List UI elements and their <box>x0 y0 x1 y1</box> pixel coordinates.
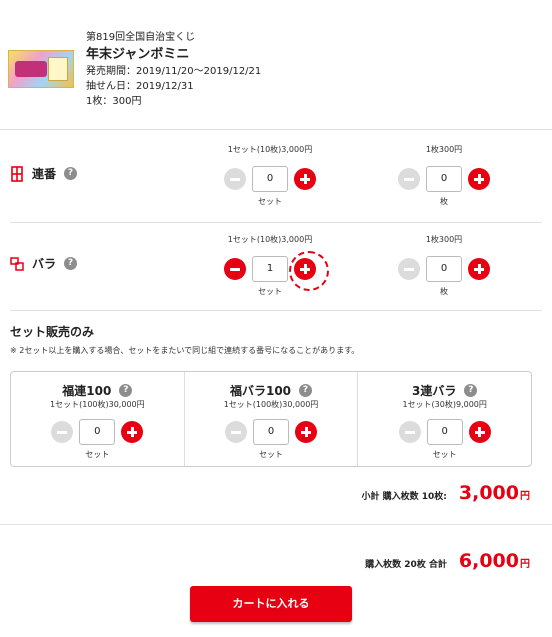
total-value: 6,000 <box>458 550 519 572</box>
single-price-caption: 1枚300円 <box>425 145 463 154</box>
decrement-button[interactable] <box>224 168 246 190</box>
set-item-caption: 1セット(100枚)30,000円 <box>223 400 319 409</box>
unit-label: セット <box>432 450 457 459</box>
help-icon[interactable]: ? <box>64 257 78 270</box>
row-label: 連番 <box>32 167 57 181</box>
decrement-button[interactable] <box>224 258 246 280</box>
decrement-button[interactable] <box>398 168 420 190</box>
quantity-field[interactable]: 0 <box>252 166 288 192</box>
bara-single-group: 1枚300円 0 枚 <box>384 233 504 297</box>
help-icon[interactable]: ? <box>299 383 313 397</box>
unit-label: セット <box>85 450 110 459</box>
unit-label: セット <box>258 197 282 206</box>
divider <box>0 524 552 525</box>
lottery-ticket-image <box>8 50 74 88</box>
increment-button[interactable] <box>468 168 490 190</box>
help-icon[interactable]: ? <box>464 383 478 397</box>
help-icon[interactable]: ? <box>119 383 133 397</box>
renban-set-group: 1セット(10枚)3,000円 0 セット <box>210 143 330 207</box>
set-only-title: セット販売のみ <box>10 325 95 339</box>
quantity-field[interactable]: 0 <box>426 166 462 192</box>
increment-button[interactable] <box>294 168 316 190</box>
unit-label: 枚 <box>440 197 448 206</box>
unit-price: 1枚：300円 <box>86 96 142 107</box>
lottery-name: 年末ジャンボミニ <box>86 47 190 62</box>
set-item-fukuren100: 福連100 ? 1セット(100枚)30,000円 0 セット <box>11 372 185 466</box>
row-renban: 連番 ? 1セット(10枚)3,000円 0 セット 1枚300円 0 枚 <box>0 143 552 218</box>
increment-button[interactable] <box>468 421 491 443</box>
subtotal: 小計 購入枚数 10枚: 3,000円 <box>362 482 531 504</box>
renban-icon <box>11 165 23 182</box>
set-item-name: 3連バラ <box>412 383 457 398</box>
set-item-name: 福連100 <box>62 383 112 398</box>
highlight-ring <box>289 251 329 291</box>
set-item-3renbara: 3連バラ ? 1セット(30枚)9,000円 0 セット <box>358 372 531 466</box>
set-item-name: 福バラ100 <box>229 383 292 398</box>
add-to-cart-button[interactable]: カートに入れる <box>190 586 352 622</box>
set-only-box: 福連100 ? 1セット(100枚)30,000円 0 セット 福バラ100 ?… <box>10 371 532 467</box>
lottery-round: 第819回全国自治宝くじ <box>86 32 196 43</box>
total-amount: 6,000円 <box>459 550 530 572</box>
yen-unit: 円 <box>520 491 530 502</box>
draw-date: 抽せん日：2019/12/31 <box>86 81 194 92</box>
divider <box>10 310 542 311</box>
single-price-caption: 1枚300円 <box>425 235 463 244</box>
sale-period: 発売期間：2019/11/20〜2019/12/21 <box>86 66 262 77</box>
quantity-field[interactable]: 0 <box>79 419 116 445</box>
renban-single-group: 1枚300円 0 枚 <box>384 143 504 207</box>
subtotal-amount: 3,000円 <box>459 482 530 504</box>
total-label: 購入枚数 20枚 合計 <box>365 560 447 570</box>
decrement-button[interactable] <box>398 258 420 280</box>
set-item-caption: 1セット(30枚)9,000円 <box>402 400 487 409</box>
quantity-field[interactable]: 1 <box>252 256 288 282</box>
decrement-button[interactable] <box>51 421 74 443</box>
subtotal-label: 小計 購入枚数 10枚: <box>361 492 447 502</box>
increment-button[interactable] <box>121 421 144 443</box>
set-price-caption: 1セット(10枚)3,000円 <box>227 145 313 154</box>
increment-button[interactable] <box>468 258 490 280</box>
decrement-button[interactable] <box>398 421 421 443</box>
bara-icon <box>10 256 24 271</box>
row-bara: バラ ? 1セット(10枚)3,000円 1 セット 1枚300円 0 枚 <box>0 233 552 308</box>
divider <box>10 222 542 223</box>
help-icon[interactable]: ? <box>64 167 78 180</box>
product-header: 第819回全国自治宝くじ 年末ジャンボミニ 発売期間：2019/11/20〜20… <box>8 30 544 126</box>
set-item-caption: 1セット(100枚)30,000円 <box>50 400 145 409</box>
row-label: バラ <box>32 257 57 271</box>
unit-label: 枚 <box>440 287 448 296</box>
grand-total: 購入枚数 20枚 合計 6,000円 <box>365 550 530 572</box>
unit-label: セット <box>259 450 283 459</box>
set-only-note: ※ 2セット以上を購入する場合、セットをまたいで同じ組で連続する番号になることが… <box>10 346 360 355</box>
set-item-fukubara100: 福バラ100 ? 1セット(100枚)30,000円 0 セット <box>185 372 359 466</box>
divider <box>0 129 552 130</box>
quantity-field[interactable]: 0 <box>253 419 289 445</box>
yen-unit: 円 <box>520 559 530 570</box>
quantity-field[interactable]: 0 <box>426 419 463 445</box>
increment-button[interactable] <box>295 421 317 443</box>
set-price-caption: 1セット(10枚)3,000円 <box>227 235 313 244</box>
subtotal-value: 3,000 <box>458 482 519 504</box>
quantity-field[interactable]: 0 <box>426 256 462 282</box>
decrement-button[interactable] <box>225 421 247 443</box>
